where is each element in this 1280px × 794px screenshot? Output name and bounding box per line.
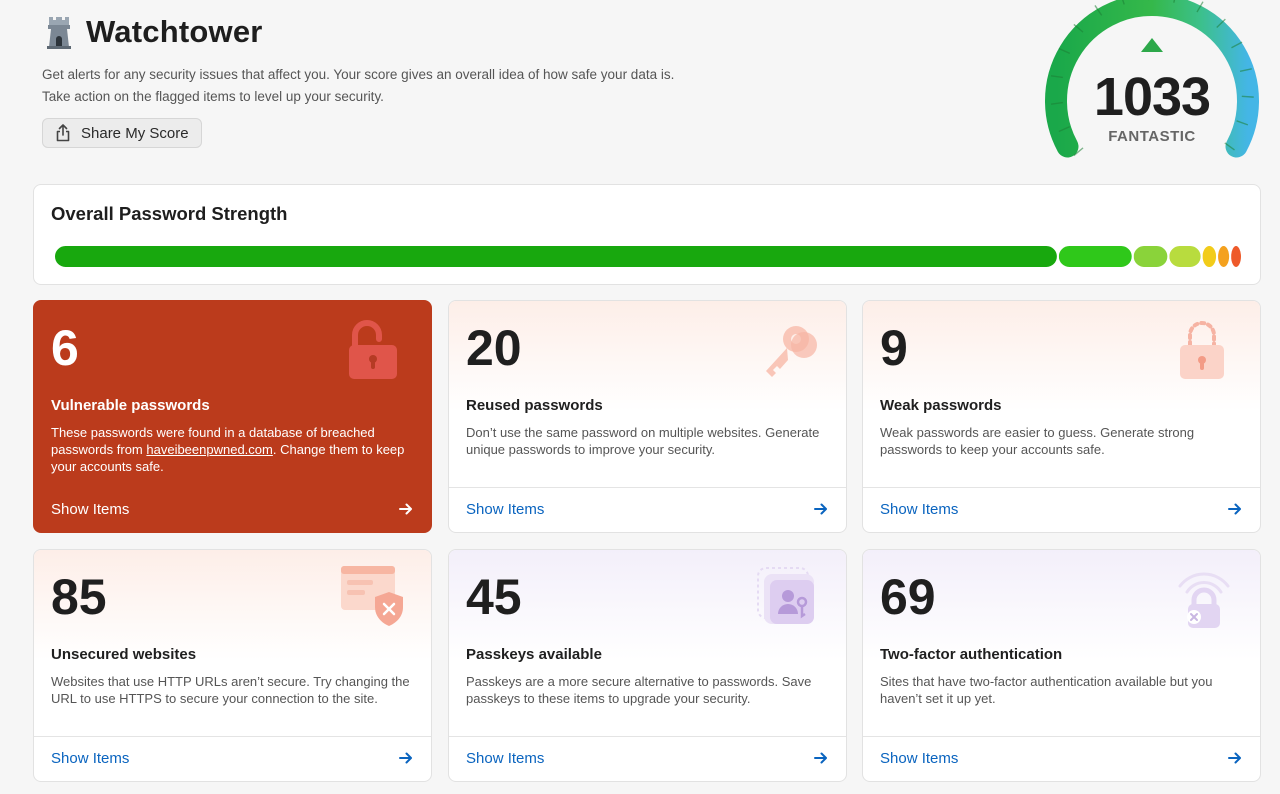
password-strength-bar: [54, 245, 1242, 268]
share-score-label: Share My Score: [81, 124, 189, 142]
vulnerable-description: These passwords were found in a database…: [51, 424, 416, 475]
unsecured-title: Unsecured websites: [51, 646, 197, 663]
card-divider: [863, 487, 1260, 488]
card-divider: [863, 736, 1260, 737]
haveibeenpwned-link[interactable]: haveibeenpwned.com: [146, 442, 272, 457]
two-factor-title: Two-factor authentication: [880, 646, 1063, 663]
reused-show-items-link[interactable]: Show Items: [466, 501, 544, 518]
security-score-gauge: 1033 FANTASTIC: [1044, 0, 1260, 170]
page-description: Get alerts for any security issues that …: [42, 67, 675, 104]
share-icon: [56, 124, 70, 142]
strength-segment: [1216, 245, 1232, 268]
weak-show-items-link[interactable]: Show Items: [880, 501, 958, 518]
keys-icon: [766, 326, 817, 377]
reused-title: Reused passwords: [466, 397, 603, 414]
two-factor-description: Sites that have two-factor authenticatio…: [880, 674, 1213, 706]
unsecured-websites-card: 85 Unsecured websites Websites that use …: [33, 549, 432, 782]
passkeys-title: Passkeys available: [466, 646, 602, 663]
weak-description: Weak passwords are easier to guess. Gene…: [880, 425, 1195, 457]
card-divider: [449, 736, 846, 737]
reused-description: Don’t use the same password on multiple …: [466, 425, 820, 457]
strength-segment: [1131, 245, 1170, 268]
reused-passwords-card: 20 Reused passwords Don’t use the same p…: [448, 300, 847, 533]
arrow-right-icon[interactable]: [398, 750, 414, 766]
arrow-right-icon[interactable]: [1227, 750, 1243, 766]
two-factor-show-items-link[interactable]: Show Items: [880, 750, 958, 767]
weak-count: 9: [880, 320, 908, 376]
two-factor-count: 69: [880, 569, 936, 625]
unsecured-show-items-link[interactable]: Show Items: [51, 750, 129, 767]
arrow-right-icon[interactable]: [813, 750, 829, 766]
unsecured-description: Websites that use HTTP URLs aren’t secur…: [51, 674, 410, 706]
watchtower-icon: [47, 17, 71, 49]
passkeys-count: 45: [466, 569, 522, 625]
weak-title: Weak passwords: [880, 397, 1002, 414]
passkeys-show-items-link[interactable]: Show Items: [466, 750, 544, 767]
strength-segment: [1167, 245, 1203, 268]
arrow-right-icon[interactable]: [813, 501, 829, 517]
weak-padlock-icon: [1180, 321, 1224, 379]
unsecured-count: 85: [51, 569, 107, 625]
watchtower-header: Watchtower Get alerts for any security i…: [42, 12, 722, 148]
title-row: Watchtower: [42, 12, 722, 52]
arrow-right-icon[interactable]: [398, 501, 414, 517]
vulnerable-passwords-card: 6 Vulnerable passwords These passwords w…: [33, 300, 432, 533]
vulnerable-title: Vulnerable passwords: [51, 397, 210, 414]
passkeys-description: Passkeys are a more secure alternative t…: [466, 674, 812, 706]
card-divider: [34, 736, 431, 737]
vulnerable-show-items-link[interactable]: Show Items: [51, 501, 129, 518]
share-score-button[interactable]: Share My Score: [42, 118, 202, 148]
page-title: Watchtower: [86, 14, 263, 49]
card-divider: [449, 487, 846, 488]
unlocked-padlock-icon: [349, 320, 397, 379]
password-strength-card: Overall Password Strength: [33, 184, 1261, 285]
two-factor-lock-icon: [1178, 572, 1230, 628]
two-factor-card: 69 Two-factor authentication Sites that …: [862, 549, 1261, 782]
passkey-icon: [757, 567, 814, 624]
weak-passwords-card: 9 Weak passwords Weak passwords are easi…: [862, 300, 1261, 533]
strength-segment: [1200, 245, 1219, 268]
arrow-right-icon[interactable]: [1227, 501, 1243, 517]
passkeys-card: 45 Passkeys available Passkeys are a mor…: [448, 549, 847, 782]
security-score: 1033: [1093, 67, 1211, 127]
strength-segment: [54, 245, 1059, 268]
gauge-indicator-icon: [1141, 38, 1163, 52]
browser-shield-icon: [341, 566, 403, 626]
strength-segment: [1229, 245, 1242, 268]
vulnerable-count: 6: [51, 320, 79, 376]
strength-segment: [1056, 245, 1134, 268]
password-strength-title: Overall Password Strength: [51, 203, 288, 224]
reused-count: 20: [466, 320, 522, 376]
security-rating: FANTASTIC: [1108, 128, 1196, 145]
